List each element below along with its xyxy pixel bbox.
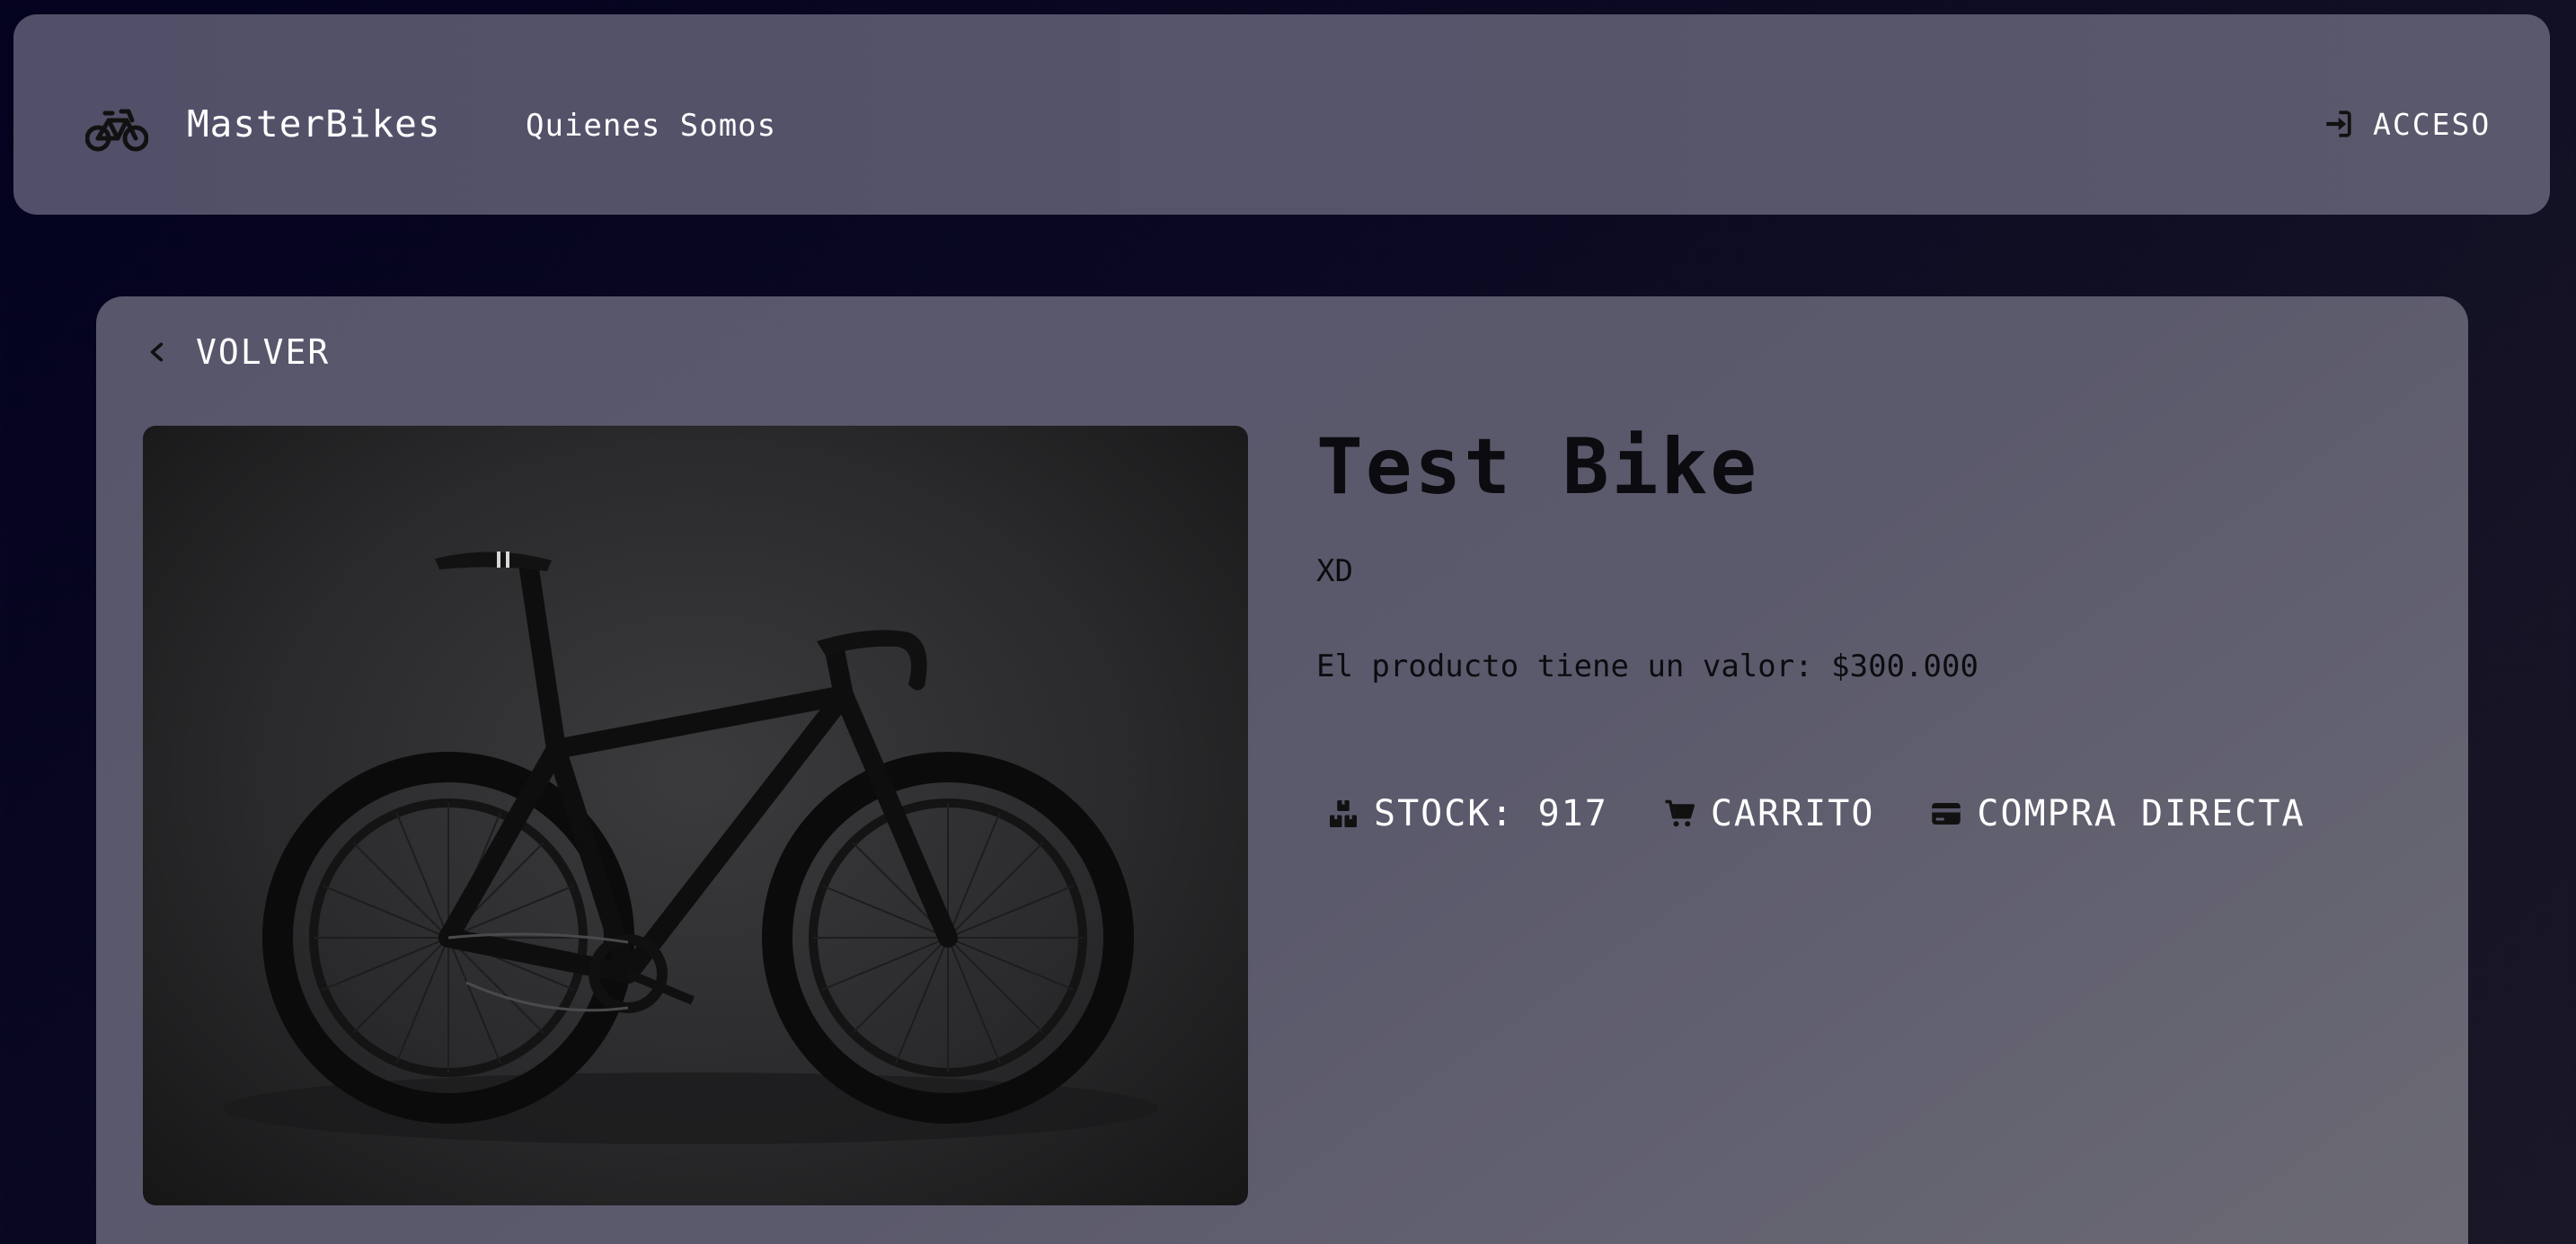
bicycle-icon[interactable] xyxy=(85,104,148,154)
back-label: VOLVER xyxy=(196,332,331,372)
credit-card-icon xyxy=(1932,803,1961,825)
chevron-left-icon xyxy=(150,342,164,362)
navbar: MasterBikes Quienes Somos ACCESO xyxy=(13,14,2550,215)
buy-label: COMPRA DIRECTA xyxy=(1977,793,2306,834)
product-image xyxy=(143,426,1248,1205)
brand-name[interactable]: MasterBikes xyxy=(187,102,441,146)
nav-link-quienes-somos[interactable]: Quienes Somos xyxy=(526,108,776,144)
boxes-icon xyxy=(1330,800,1357,827)
login-label: ACCESO xyxy=(2373,106,2492,142)
login-button[interactable]: ACCESO xyxy=(2323,104,2491,144)
product-subtitle: XD xyxy=(1316,553,1353,589)
cart-icon xyxy=(1665,799,1695,827)
cart-label: CARRITO xyxy=(1710,793,1875,834)
product-actions: STOCK: 917 CARRITO COMPRA DIRECTA xyxy=(1327,787,2361,841)
back-button[interactable]: VOLVER xyxy=(146,325,330,379)
product-title: Test Bike xyxy=(1316,422,1759,512)
add-to-cart-button[interactable]: CARRITO xyxy=(1664,793,1875,834)
direct-buy-button[interactable]: COMPRA DIRECTA xyxy=(1930,793,2305,834)
stock-indicator: STOCK: 917 xyxy=(1327,793,1608,834)
product-price: El producto tiene un valor: $300.000 xyxy=(1316,648,1978,684)
sign-in-icon xyxy=(2326,110,2351,137)
stock-label: STOCK: 917 xyxy=(1374,793,1608,834)
product-card: VOLVER Test Bike XD El producto tiene un… xyxy=(96,296,2468,1244)
